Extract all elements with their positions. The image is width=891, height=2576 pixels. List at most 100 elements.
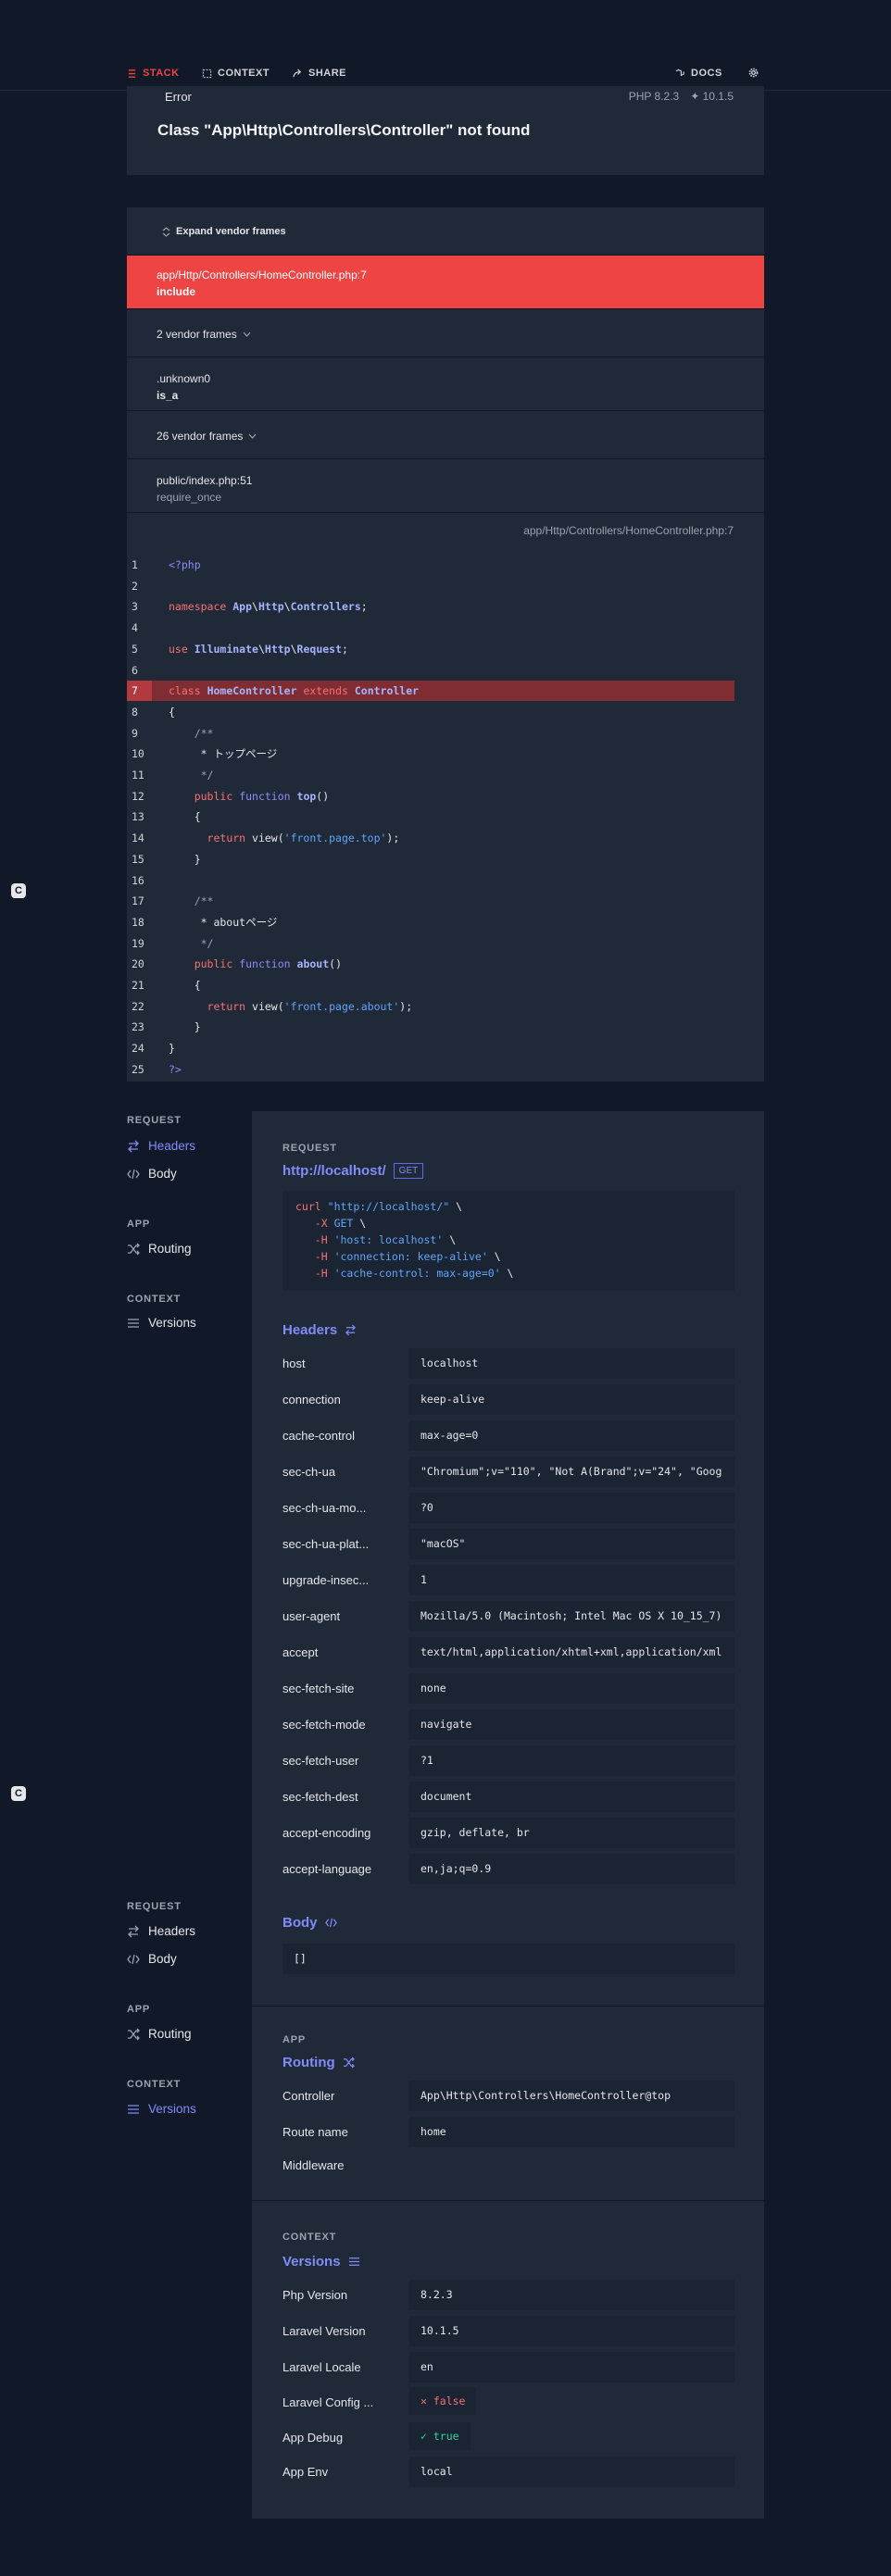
vendor-frames-toggle[interactable]: 2 vendor frames xyxy=(127,309,764,357)
frame-line: :51 xyxy=(236,474,253,487)
header-value: navigate xyxy=(409,1709,734,1740)
shuffle-icon xyxy=(343,2057,355,2069)
nav-share-label: SHARE xyxy=(308,68,347,79)
nav-stack[interactable]: STACK xyxy=(127,68,180,79)
value-text: false xyxy=(433,2395,466,2407)
body-value: [] xyxy=(282,1944,734,1974)
header-row: sec-ch-ua-plat... "macOS" xyxy=(282,1529,734,1559)
header-row: upgrade-insec... 1 xyxy=(282,1565,734,1595)
code-line: 15 } xyxy=(127,849,734,869)
code-file-path[interactable]: app/Http/Controllers/HomeController.php:… xyxy=(523,524,734,537)
arrows-swap-icon xyxy=(128,1925,139,1937)
floating-c-icon[interactable]: C xyxy=(11,883,26,898)
header-key: accept-language xyxy=(282,1862,372,1876)
header-key: sec-fetch-site xyxy=(282,1682,355,1695)
line-number: 3 xyxy=(132,600,138,614)
sidebar-item-label: Versions xyxy=(148,1316,196,1330)
error-panel: Error PHP 8.2.3 ✦ 10.1.5 Class "App\Http… xyxy=(127,86,764,175)
line-number: 16 xyxy=(132,873,144,887)
curl-line: -H 'host: localhost' \ xyxy=(314,1233,457,1246)
version-value-true: ✓ true xyxy=(409,2422,471,2450)
sliders-icon xyxy=(128,1318,139,1328)
sidebar-item-versions[interactable]: Versions xyxy=(127,2102,196,2116)
share-icon xyxy=(293,68,302,77)
settings-button[interactable] xyxy=(748,68,759,78)
line-number: 23 xyxy=(132,1020,144,1034)
version-key: App Env xyxy=(282,2465,329,2479)
headers-heading: Headers xyxy=(282,1322,357,1338)
nav-context[interactable]: CONTEXT xyxy=(202,68,270,79)
section-label-app: APP xyxy=(282,2034,307,2045)
request-url-link[interactable]: http://localhost/ xyxy=(282,1163,386,1179)
code-line: 20 public function about() xyxy=(127,954,734,974)
sidebar-item-routing[interactable]: Routing xyxy=(127,2027,192,2041)
sidebar-item-versions[interactable]: Versions xyxy=(127,1316,196,1330)
sidebar-item-label: Routing xyxy=(148,1242,192,1256)
vendor-frames-toggle[interactable]: 26 vendor frames xyxy=(127,411,764,459)
code-line: 8{ xyxy=(127,702,734,722)
line-number: 19 xyxy=(132,936,144,950)
sidebar-group-app: APP xyxy=(127,2004,151,2015)
line-number: 1 xyxy=(132,558,138,571)
error-type-badge: Error xyxy=(157,88,199,106)
header-row: host localhost xyxy=(282,1348,734,1379)
sidebar-group-context: CONTEXT xyxy=(127,1294,182,1305)
line-number: 11 xyxy=(132,769,144,782)
headers-title: Headers xyxy=(282,1322,338,1338)
vendor-frames-count: 2 vendor frames xyxy=(157,328,237,341)
shuffle-icon xyxy=(128,2028,140,2040)
floating-c-icon[interactable]: C xyxy=(11,1786,26,1801)
section-label-request: REQUEST xyxy=(282,1143,337,1154)
php-version: PHP 8.2.3 xyxy=(628,90,680,103)
version-row: App Debug ✓ true xyxy=(282,2422,734,2450)
stack-frame[interactable]: .unknown0 is_a xyxy=(127,357,764,411)
line-number: 8 xyxy=(132,705,138,719)
routing-row: Middleware xyxy=(282,2150,734,2181)
arrows-swap-icon xyxy=(128,1140,139,1152)
sidebar-item-headers[interactable]: Headers xyxy=(127,1139,195,1153)
version-info: PHP 8.2.3 ✦ 10.1.5 xyxy=(629,90,734,103)
version-value: en xyxy=(409,2352,734,2382)
line-number: 17 xyxy=(132,894,144,908)
code-line: 18 * aboutページ xyxy=(127,912,734,932)
code-line: 11 */ xyxy=(127,765,734,785)
sidebar-group-request: REQUEST xyxy=(127,1901,182,1912)
routing-value: home xyxy=(409,2117,734,2147)
stack-frame[interactable]: public/index.php:51 require_once xyxy=(127,459,764,513)
curl-line: -H 'connection: keep-alive' \ xyxy=(314,1250,501,1263)
sidebar-item-body[interactable]: Body xyxy=(127,1167,177,1181)
nav-share[interactable]: SHARE xyxy=(293,68,346,79)
sidebar-item-body[interactable]: Body xyxy=(127,1952,177,1966)
expand-vendor-frames-button[interactable]: Expand vendor frames xyxy=(127,207,764,256)
line-number: 13 xyxy=(132,810,144,824)
line-number: 15 xyxy=(132,852,144,866)
line-number: 25 xyxy=(132,1062,144,1076)
header-key: sec-ch-ua-mo... xyxy=(282,1501,367,1515)
section-divider xyxy=(252,2200,764,2201)
chevron-down-icon xyxy=(243,331,251,337)
header-key: sec-fetch-mode xyxy=(282,1718,366,1732)
header-key: cache-control xyxy=(282,1429,356,1443)
version-value: local xyxy=(409,2457,734,2487)
code-line: 6 xyxy=(127,660,734,681)
code-line: 12 public function top() xyxy=(127,786,734,807)
stack-trace-panel: Expand vendor frames app/Http/Controller… xyxy=(127,207,764,1082)
header-value: keep-alive xyxy=(409,1384,734,1415)
stack-frame-selected[interactable]: app/Http/Controllers/HomeController.php:… xyxy=(127,256,764,309)
nav-docs[interactable]: DOCS xyxy=(675,68,722,79)
line-number: 7 xyxy=(127,681,152,702)
request-url: http://localhost/ GET xyxy=(282,1163,424,1179)
sidebar-item-headers[interactable]: Headers xyxy=(127,1924,195,1938)
line-number: 21 xyxy=(132,979,144,992)
code-line: 14 return view('front.page.top'); xyxy=(127,828,734,848)
line-number: 2 xyxy=(132,579,138,593)
curl-line: curl "http://localhost/" \ xyxy=(295,1200,463,1213)
header-row: accept-encoding gzip, deflate, br xyxy=(282,1818,734,1848)
sidebar-group-app: APP xyxy=(127,1219,151,1230)
sidebar-item-routing[interactable]: Routing xyxy=(127,1242,192,1256)
code-icon xyxy=(324,1918,337,1928)
header-key: sec-ch-ua xyxy=(282,1465,336,1479)
code-file-line: :7 xyxy=(723,524,734,537)
context-icon xyxy=(202,69,212,78)
sidebar-group-request: REQUEST xyxy=(127,1115,182,1126)
